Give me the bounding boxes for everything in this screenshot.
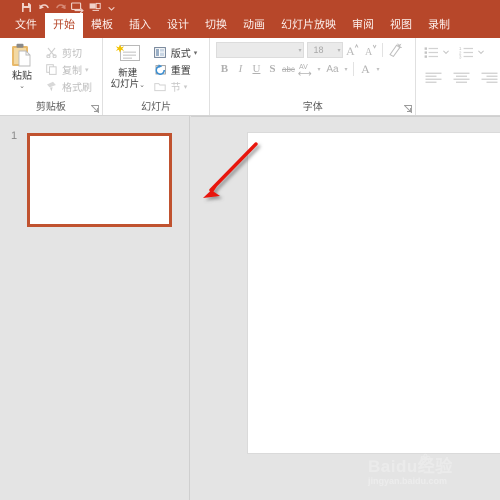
- quick-access-toolbar: [0, 0, 500, 13]
- strikethrough-button[interactable]: abc: [280, 61, 296, 77]
- tab-animations[interactable]: 动画: [235, 13, 273, 38]
- powerpoint-window: 文件 开始 模板 插入 设计 切换 动画 幻灯片放映 审阅 视图 录制 粘贴 ⌄…: [0, 0, 500, 500]
- ribbon-group-paragraph: 1 2 3: [415, 38, 500, 115]
- font-group-label: 字体: [210, 100, 415, 115]
- slide-thumbnail-pane: 1: [0, 116, 190, 500]
- ribbon: 粘贴 ⌄ 剪切 复制 ▾ 格式刷 剪贴板 新建 幻灯片⌄ 版式 ▾ 重置 节 ▾…: [0, 38, 500, 116]
- font-dialog-launcher[interactable]: [404, 105, 412, 113]
- ribbon-group-slides: 新建 幻灯片⌄ 版式 ▾ 重置 节 ▾ 幻灯片: [101, 38, 210, 115]
- new-slide-icon: [114, 43, 142, 67]
- ribbon-group-clipboard: 粘贴 ⌄ 剪切 复制 ▾ 格式刷 剪贴板: [0, 38, 102, 115]
- section-label: 节: [170, 83, 181, 94]
- clipboard-group-label: 剪贴板: [0, 100, 102, 115]
- paste-button[interactable]: 粘贴 ⌄: [0, 41, 44, 90]
- tab-template[interactable]: 模板: [83, 13, 121, 38]
- paste-label: 粘贴: [12, 71, 32, 82]
- workspace: 1: [0, 116, 500, 500]
- redo-icon[interactable]: [52, 0, 69, 13]
- layout-label: 版式: [170, 49, 191, 60]
- align-right-icon[interactable]: [479, 70, 500, 86]
- paragraph-group-label: [416, 100, 500, 115]
- format-painter-icon: [44, 80, 59, 94]
- align-left-icon[interactable]: [423, 70, 444, 86]
- cut-button[interactable]: 剪切: [44, 44, 102, 61]
- start-slideshow-icon[interactable]: [69, 0, 86, 13]
- font-size-value: 18: [313, 45, 324, 55]
- copy-icon: [44, 63, 59, 77]
- clear-formatting-icon[interactable]: [386, 42, 404, 59]
- format-painter-button[interactable]: 格式刷: [44, 78, 102, 95]
- reset-button[interactable]: 重置: [153, 61, 210, 78]
- canvas-top-divider: [191, 116, 500, 117]
- decrease-font-size-button[interactable]: A: [361, 42, 379, 59]
- svg-text:3: 3: [459, 54, 462, 59]
- font-row1-separator: [382, 43, 384, 57]
- tab-record[interactable]: 录制: [420, 13, 458, 38]
- customize-qat-icon[interactable]: [103, 0, 120, 13]
- increase-font-size-button[interactable]: A: [343, 42, 361, 59]
- bold-button[interactable]: B: [216, 61, 232, 77]
- svg-text:A: A: [365, 47, 373, 57]
- character-spacing-button[interactable]: AV: [296, 61, 314, 77]
- cut-label: 剪切: [62, 49, 82, 60]
- undo-icon[interactable]: [35, 0, 52, 13]
- font-color-button[interactable]: A: [357, 61, 373, 77]
- slide-thumbnail-1[interactable]: [27, 133, 172, 227]
- section-caret-icon[interactable]: ▾: [184, 83, 188, 91]
- font-size-input[interactable]: 18 ▾: [307, 42, 344, 58]
- paste-icon: [9, 43, 35, 70]
- tab-home[interactable]: 开始: [45, 13, 83, 38]
- numbering-icon[interactable]: 1 2 3: [458, 44, 475, 60]
- ribbon-tab-strip: 文件 开始 模板 插入 设计 切换 动画 幻灯片放映 审阅 视图 录制: [0, 13, 500, 38]
- slide-canvas[interactable]: [247, 132, 500, 454]
- tab-review[interactable]: 审阅: [344, 13, 382, 38]
- new-slide-button[interactable]: 新建 幻灯片⌄: [103, 41, 153, 91]
- font-size-dropdown-icon[interactable]: ▾: [335, 47, 340, 54]
- layout-icon: [153, 46, 168, 60]
- align-center-icon[interactable]: [451, 70, 472, 86]
- section-button[interactable]: 节 ▾: [153, 78, 210, 95]
- ribbon-group-font: ▾ 18 ▾ A A B I U S abc AV ▾ Aa ▾ A ▾ 字体: [209, 38, 415, 115]
- font-name-dropdown-icon[interactable]: ▾: [296, 47, 301, 54]
- character-spacing-caret-icon[interactable]: ▾: [314, 66, 323, 73]
- tab-view[interactable]: 视图: [382, 13, 420, 38]
- start-from-current-icon[interactable]: [86, 0, 103, 13]
- layout-button[interactable]: 版式 ▾: [153, 44, 210, 61]
- bullets-icon[interactable]: [423, 44, 440, 60]
- paste-caret-icon[interactable]: ⌄: [19, 83, 25, 90]
- slide-editing-pane: [191, 116, 500, 500]
- numbering-caret-icon[interactable]: [475, 44, 486, 60]
- tab-file[interactable]: 文件: [7, 13, 45, 38]
- new-slide-label: 新建 幻灯片⌄: [110, 68, 145, 90]
- copy-caret-icon[interactable]: ▾: [85, 66, 89, 74]
- font-name-input[interactable]: ▾: [216, 42, 305, 58]
- slides-group-label: 幻灯片: [141, 102, 172, 113]
- slide-number-label: 1: [11, 130, 18, 142]
- scissors-icon: [44, 46, 59, 60]
- section-icon: [153, 80, 168, 94]
- tab-transitions[interactable]: 切换: [197, 13, 235, 38]
- format-painter-label: 格式刷: [62, 83, 92, 94]
- tab-slideshow[interactable]: 幻灯片放映: [273, 13, 344, 38]
- new-slide-caret-icon[interactable]: ⌄: [139, 82, 145, 89]
- clipboard-dialog-launcher[interactable]: [90, 105, 99, 113]
- copy-button[interactable]: 复制 ▾: [44, 61, 102, 78]
- reset-icon: [153, 63, 168, 77]
- bullets-caret-icon[interactable]: [440, 44, 451, 60]
- change-case-caret-icon[interactable]: ▾: [341, 66, 350, 73]
- font-row2-separator: [353, 62, 355, 76]
- save-icon[interactable]: [18, 0, 35, 13]
- change-case-button[interactable]: Aa: [323, 61, 341, 77]
- svg-text:AV: AV: [299, 64, 308, 71]
- layout-caret-icon[interactable]: ▾: [194, 49, 198, 57]
- tab-design[interactable]: 设计: [159, 13, 197, 38]
- svg-text:A: A: [346, 44, 355, 57]
- text-shadow-button[interactable]: S: [264, 61, 280, 77]
- font-color-caret-icon[interactable]: ▾: [373, 66, 382, 73]
- italic-button[interactable]: I: [232, 61, 248, 77]
- copy-label: 复制: [62, 66, 82, 77]
- reset-label: 重置: [170, 66, 191, 77]
- underline-button[interactable]: U: [248, 61, 264, 77]
- tab-insert[interactable]: 插入: [121, 13, 159, 38]
